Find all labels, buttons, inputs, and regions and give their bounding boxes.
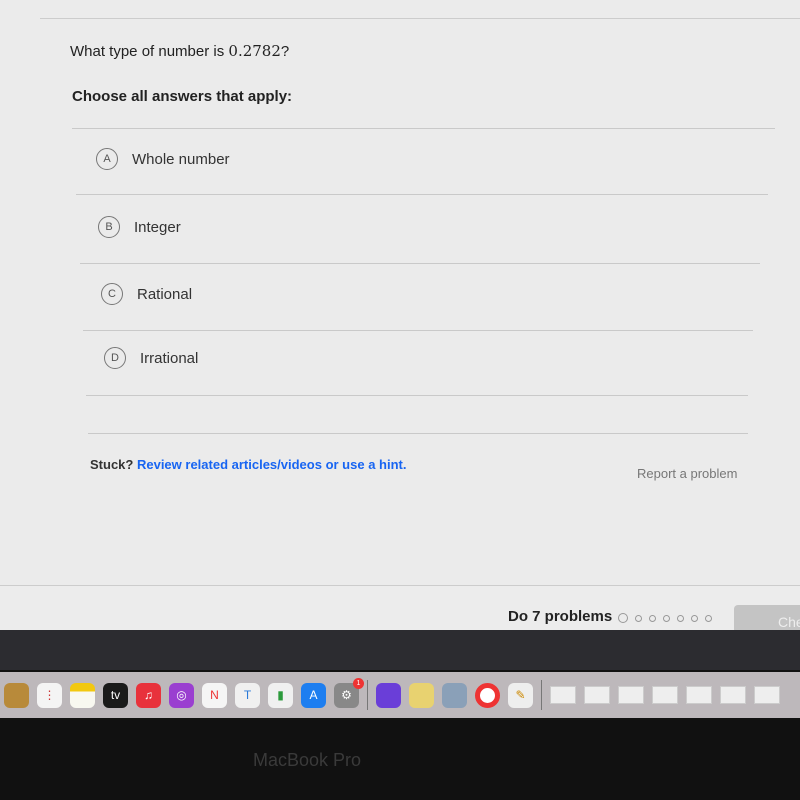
divider — [83, 330, 753, 331]
system-preferences-icon[interactable]: ⚙ 1 — [334, 677, 364, 708]
minimized-window[interactable] — [550, 686, 576, 704]
progress-dot — [705, 614, 712, 622]
app-store-icon[interactable]: A — [301, 682, 326, 708]
minimized-window[interactable] — [618, 686, 644, 704]
divider — [88, 433, 748, 434]
progress-dot — [635, 614, 642, 622]
question: What type of number is 0.2782? — [70, 42, 290, 60]
minimized-window[interactable] — [686, 686, 712, 704]
option-label: Whole number — [132, 150, 230, 168]
footer — [0, 585, 800, 630]
divider — [72, 128, 775, 129]
screen-bottom — [0, 630, 800, 670]
divider — [40, 18, 800, 19]
progress-dot — [677, 614, 684, 622]
progress-dots — [618, 613, 712, 623]
dock-divider — [541, 680, 542, 710]
option-letter: D — [104, 347, 126, 369]
apple-tv-icon[interactable]: tv — [103, 682, 128, 708]
option-letter: B — [98, 216, 120, 238]
divider — [76, 194, 768, 195]
option-b[interactable]: B Integer — [98, 216, 181, 238]
minimized-window[interactable] — [584, 686, 610, 704]
dock-divider — [367, 680, 368, 710]
progress-dot — [691, 614, 698, 622]
numbers-icon[interactable]: ▮ — [268, 682, 293, 708]
notification-badge: 1 — [353, 677, 364, 689]
divider — [86, 395, 748, 396]
app-icon[interactable] — [376, 682, 401, 708]
option-label: Rational — [137, 285, 193, 303]
option-a[interactable]: A Whole number — [96, 148, 230, 170]
progress-dot — [618, 613, 628, 623]
dock: ⋮ tv ♫ ◎ N T ▮ A ⚙ 1 ✎ — [0, 672, 800, 718]
stickies-icon[interactable] — [409, 682, 434, 708]
notes-icon[interactable] — [70, 682, 95, 708]
minimized-window[interactable] — [652, 686, 678, 704]
option-d[interactable]: D Irrational — [104, 347, 198, 369]
keynote-icon[interactable]: T — [235, 682, 260, 708]
divider — [80, 263, 760, 264]
contacts-icon[interactable] — [4, 682, 29, 708]
option-label: Integer — [134, 218, 181, 236]
preview-icon[interactable] — [442, 682, 467, 708]
music-icon[interactable]: ♫ — [136, 682, 161, 708]
instruction: Choose all answers that apply: — [72, 88, 293, 105]
task-label: Do 7 problems — [508, 608, 613, 625]
chrome-icon[interactable] — [475, 682, 500, 708]
progress-dot — [663, 614, 670, 622]
report-problem-link[interactable]: Report a problem — [637, 466, 737, 481]
progress-dot — [649, 614, 656, 622]
script-editor-icon[interactable]: ✎ — [508, 682, 533, 708]
podcasts-icon[interactable]: ◎ — [169, 682, 194, 708]
minimized-window[interactable] — [754, 686, 780, 704]
minimized-window[interactable] — [720, 686, 746, 704]
hint-link[interactable]: Review related articles/videos or use a … — [137, 457, 407, 472]
option-c[interactable]: C Rational — [101, 283, 192, 305]
help-text: Stuck? Review related articles/videos or… — [90, 457, 407, 472]
reminders-icon[interactable]: ⋮ — [37, 682, 62, 708]
news-icon[interactable]: N — [202, 682, 227, 708]
option-label: Irrational — [140, 349, 199, 367]
screen: What type of number is 0.2782? Choose al… — [0, 0, 800, 639]
option-letter: A — [96, 148, 118, 170]
option-letter: C — [101, 283, 123, 305]
bezel-label: MacBook Pro — [253, 750, 362, 770]
